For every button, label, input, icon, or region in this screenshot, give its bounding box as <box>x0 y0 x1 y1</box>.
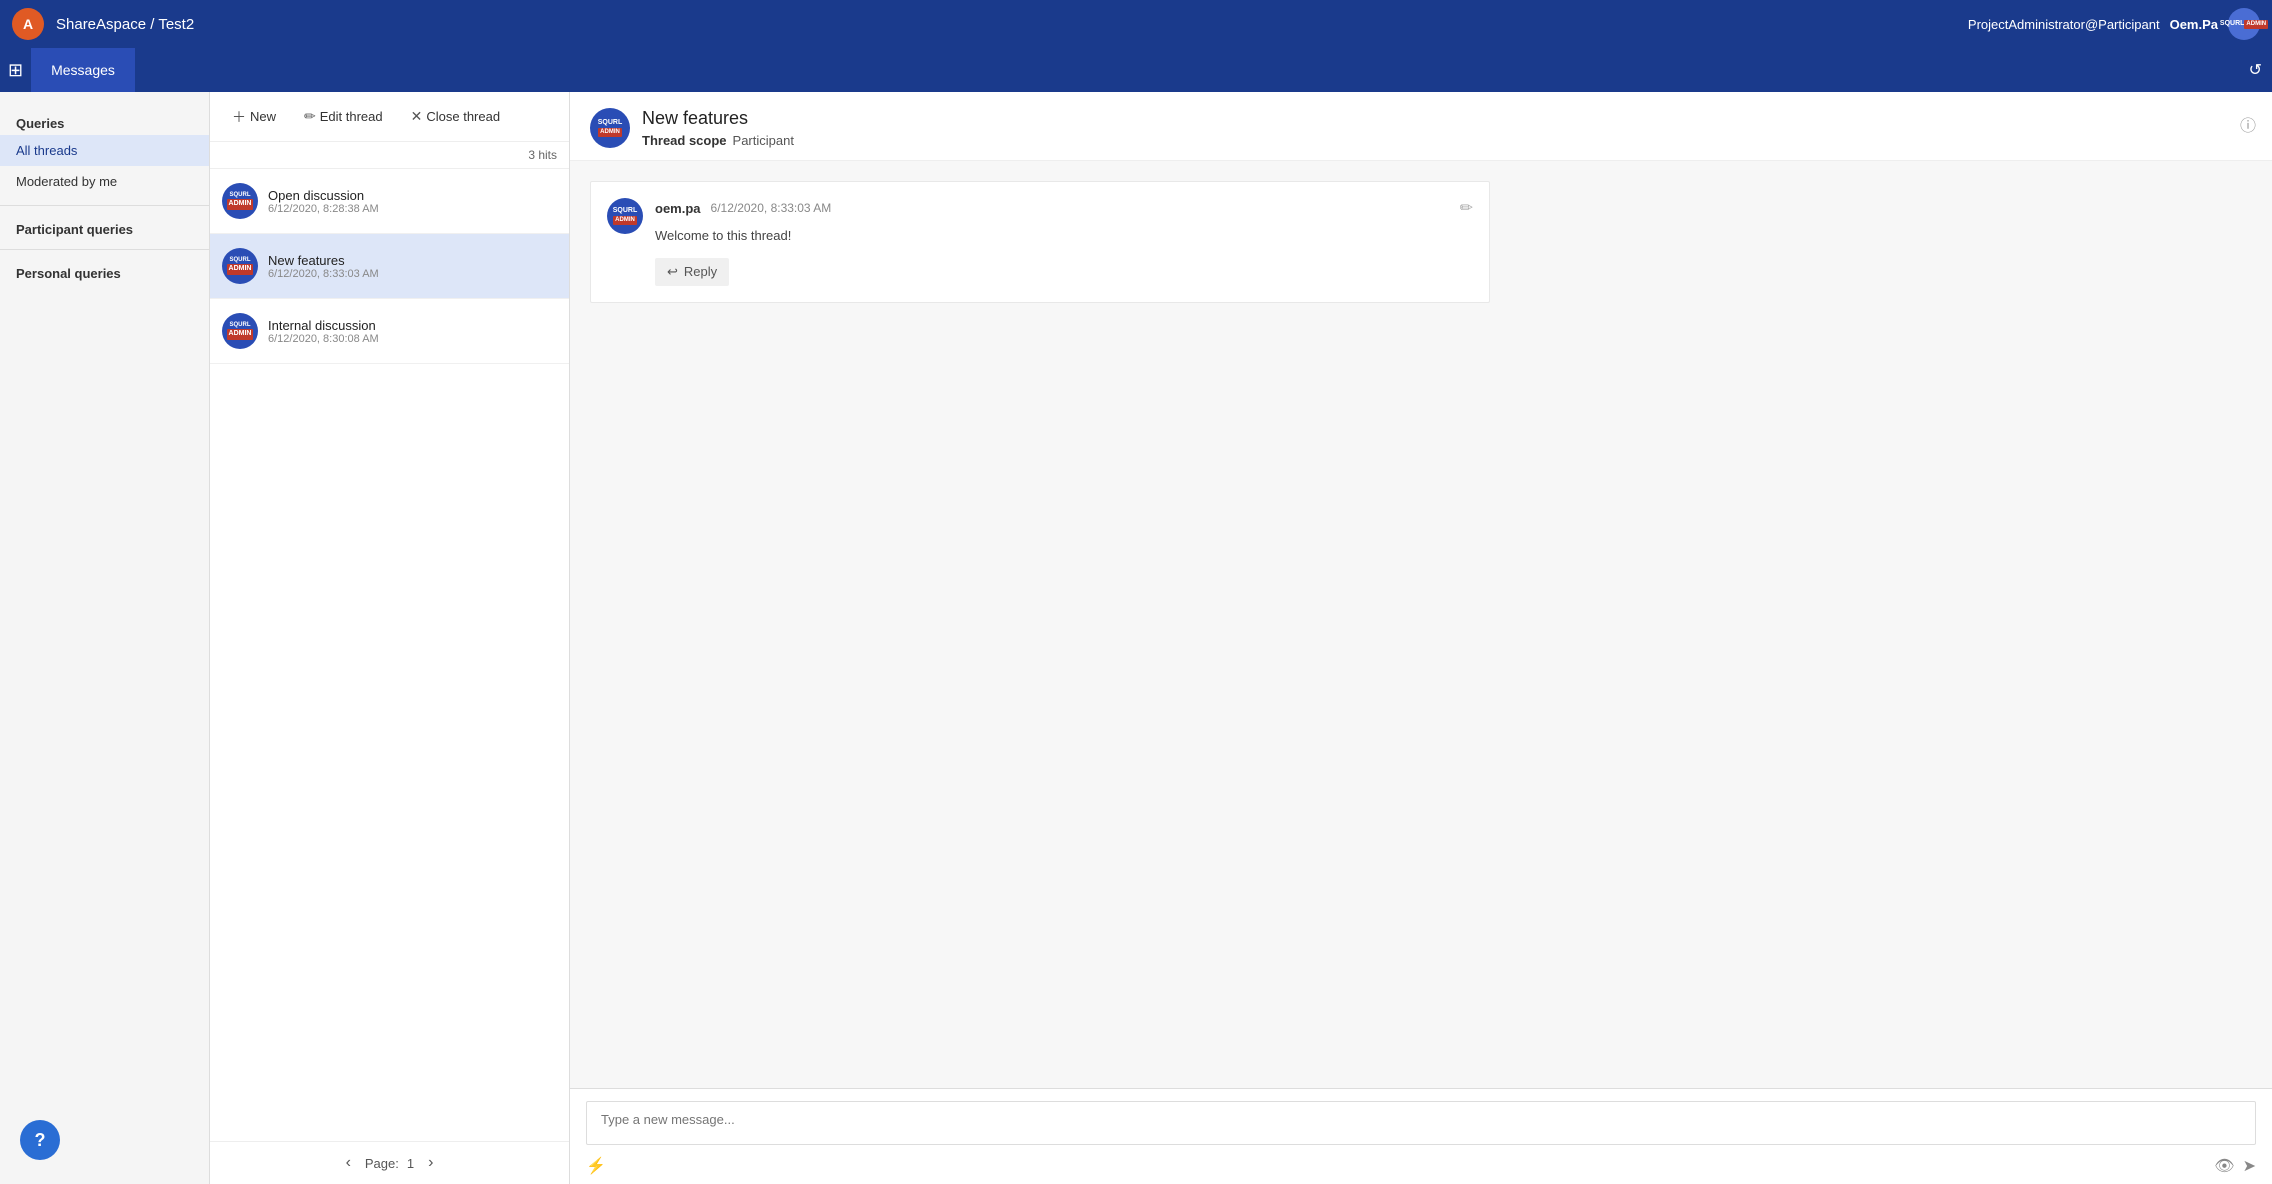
thread-date-internal: 6/12/2020, 8:30:08 AM <box>268 333 557 345</box>
thread-name-open: Open discussion <box>268 188 557 203</box>
message-time: 6/12/2020, 8:33:03 AM <box>711 201 832 215</box>
top-bar-left: A ShareAspace / Test2 <box>12 8 194 40</box>
thread-scope-row: Thread scope Participant <box>642 133 2252 148</box>
pagination: ‹ Page: 1 › <box>210 1141 569 1184</box>
sidebar-item-all-threads[interactable]: All threads <box>0 135 209 166</box>
compose-input[interactable] <box>586 1101 2256 1145</box>
message-card: SQURL ADMIN oem.pa 6/12/2020, 8:33:03 AM… <box>590 181 1490 303</box>
queries-section-title: Queries <box>0 108 209 135</box>
sidebar-divider-1 <box>0 205 209 206</box>
avatar-line1: SQURL <box>2220 20 2245 28</box>
message-edit-icon[interactable]: ✏ <box>1460 198 1473 218</box>
main-content: Queries All threads Moderated by me Part… <box>0 92 2272 1184</box>
reply-button[interactable]: ↩ Reply <box>655 258 729 286</box>
thread-header: SQURL ADMIN New features Thread scope Pa… <box>570 92 2272 161</box>
format-icon[interactable]: ⚡ <box>586 1156 606 1176</box>
next-page-button[interactable]: › <box>422 1152 439 1174</box>
thread-name-new-features: New features <box>268 253 557 268</box>
hits-bar: 3 hits <box>210 142 569 169</box>
edit-icon: ✏ <box>304 108 316 125</box>
toolbar: ＋ New ✏ Edit thread ✕ Close thread <box>210 92 569 142</box>
send-icon[interactable]: ➤ <box>2243 1156 2256 1176</box>
sidebar-divider-2 <box>0 249 209 250</box>
participant-queries-title: Participant queries <box>0 214 209 241</box>
page-label: Page: <box>365 1156 399 1171</box>
personal-queries-title: Personal queries <box>0 258 209 285</box>
thread-header-avatar-line2: ADMIN <box>598 128 622 137</box>
new-label: New <box>250 109 276 124</box>
thread-detail: SQURL ADMIN New features Thread scope Pa… <box>570 92 2272 1184</box>
sidebar-item-moderated-by-me[interactable]: Moderated by me <box>0 166 209 197</box>
reply-icon: ↩ <box>667 264 678 280</box>
thread-item-new-features[interactable]: SQURL ADMIN New features 6/12/2020, 8:33… <box>210 234 569 299</box>
second-bar: ⊞ Messages ↺ <box>0 48 2272 92</box>
preview-icon[interactable]: 👁 <box>2214 1156 2234 1176</box>
project-name: Test2 <box>158 16 194 33</box>
user-avatar[interactable]: SQURL ADMIN <box>2228 8 2260 40</box>
grid-icon[interactable]: ⊞ <box>8 60 23 81</box>
new-button[interactable]: ＋ New <box>222 101 286 133</box>
thread-messages: SQURL ADMIN oem.pa 6/12/2020, 8:33:03 AM… <box>570 161 2272 1088</box>
close-label: Close thread <box>426 109 500 124</box>
close-thread-button[interactable]: ✕ Close thread <box>401 102 510 131</box>
edit-label: Edit thread <box>320 109 383 124</box>
compose-toolbar: ⚡ 👁 ➤ <box>586 1156 2256 1176</box>
thread-title: New features <box>642 108 2252 129</box>
thread-info-new-features: New features 6/12/2020, 8:33:03 AM <box>268 253 557 280</box>
thread-avatar-new-features: SQURL ADMIN <box>222 248 258 284</box>
compose-left: ⚡ <box>586 1156 606 1176</box>
avatar-admin-3: ADMIN <box>227 329 254 339</box>
top-bar: A ShareAspace / Test2 ProjectAdministrat… <box>0 0 2272 48</box>
compose-right: 👁 ➤ <box>2214 1156 2256 1176</box>
thread-avatar-internal: SQURL ADMIN <box>222 313 258 349</box>
msg-avatar-line1: SQURL <box>613 207 638 215</box>
sidebar: Queries All threads Moderated by me Part… <box>0 92 210 1184</box>
thread-date-open: 6/12/2020, 8:28:38 AM <box>268 203 557 215</box>
thread-scope-value: Participant <box>733 133 794 148</box>
thread-list: SQURL ADMIN Open discussion 6/12/2020, 8… <box>210 169 569 1141</box>
thread-date-new-features: 6/12/2020, 8:33:03 AM <box>268 268 557 280</box>
edit-thread-button[interactable]: ✏ Edit thread <box>294 102 393 131</box>
thread-item-internal-discussion[interactable]: SQURL ADMIN Internal discussion 6/12/202… <box>210 299 569 364</box>
thread-scope-label: Thread scope <box>642 133 727 148</box>
messages-tab[interactable]: Messages <box>31 48 135 92</box>
avatar-squirel-2: SQURL <box>230 257 251 263</box>
app-name: ShareAspace <box>56 16 146 33</box>
avatar-squirel-1: SQURL <box>230 192 251 198</box>
thread-header-avatar: SQURL ADMIN <box>590 108 630 148</box>
refresh-icon[interactable]: ↺ <box>2249 60 2262 80</box>
thread-header-avatar-line1: SQURL <box>598 119 623 127</box>
message-text: Welcome to this thread! <box>655 226 1473 246</box>
avatar-line2: ADMIN <box>2244 20 2268 29</box>
app-title: ShareAspace / Test2 <box>56 16 194 33</box>
user-name: Oem.Pa <box>2170 17 2218 32</box>
reply-label: Reply <box>684 264 717 279</box>
thread-avatar-open: SQURL ADMIN <box>222 183 258 219</box>
thread-item-open-discussion[interactable]: SQURL ADMIN Open discussion 6/12/2020, 8… <box>210 169 569 234</box>
thread-info-internal: Internal discussion 6/12/2020, 8:30:08 A… <box>268 318 557 345</box>
prev-page-button[interactable]: ‹ <box>340 1152 357 1174</box>
page-number: 1 <box>407 1156 414 1171</box>
compose-area: ⚡ 👁 ➤ <box>570 1088 2272 1184</box>
avatar-admin-1: ADMIN <box>227 199 254 209</box>
help-button[interactable]: ? <box>20 1120 60 1160</box>
avatar-admin-2: ADMIN <box>227 264 254 274</box>
close-icon: ✕ <box>411 108 423 125</box>
app-logo: A <box>12 8 44 40</box>
new-icon: ＋ <box>232 107 246 127</box>
message-header-row: oem.pa 6/12/2020, 8:33:03 AM ✏ <box>655 198 1473 218</box>
msg-avatar-line2: ADMIN <box>613 216 637 225</box>
user-email: ProjectAdministrator@Participant <box>1968 17 2160 32</box>
message-body: oem.pa 6/12/2020, 8:33:03 AM ✏ Welcome t… <box>655 198 1473 286</box>
avatar-squirel-3: SQURL <box>230 322 251 328</box>
message-author: oem.pa <box>655 201 701 216</box>
thread-name-internal: Internal discussion <box>268 318 557 333</box>
thread-panel: ＋ New ✏ Edit thread ✕ Close thread 3 hit… <box>210 92 570 1184</box>
message-avatar: SQURL ADMIN <box>607 198 643 234</box>
top-bar-right: ProjectAdministrator@Participant Oem.Pa … <box>1968 8 2260 40</box>
thread-info-open: Open discussion 6/12/2020, 8:28:38 AM <box>268 188 557 215</box>
thread-header-info: New features Thread scope Participant <box>642 108 2252 148</box>
info-icon[interactable]: ⓘ <box>2240 112 2256 136</box>
separator: / <box>150 16 154 33</box>
